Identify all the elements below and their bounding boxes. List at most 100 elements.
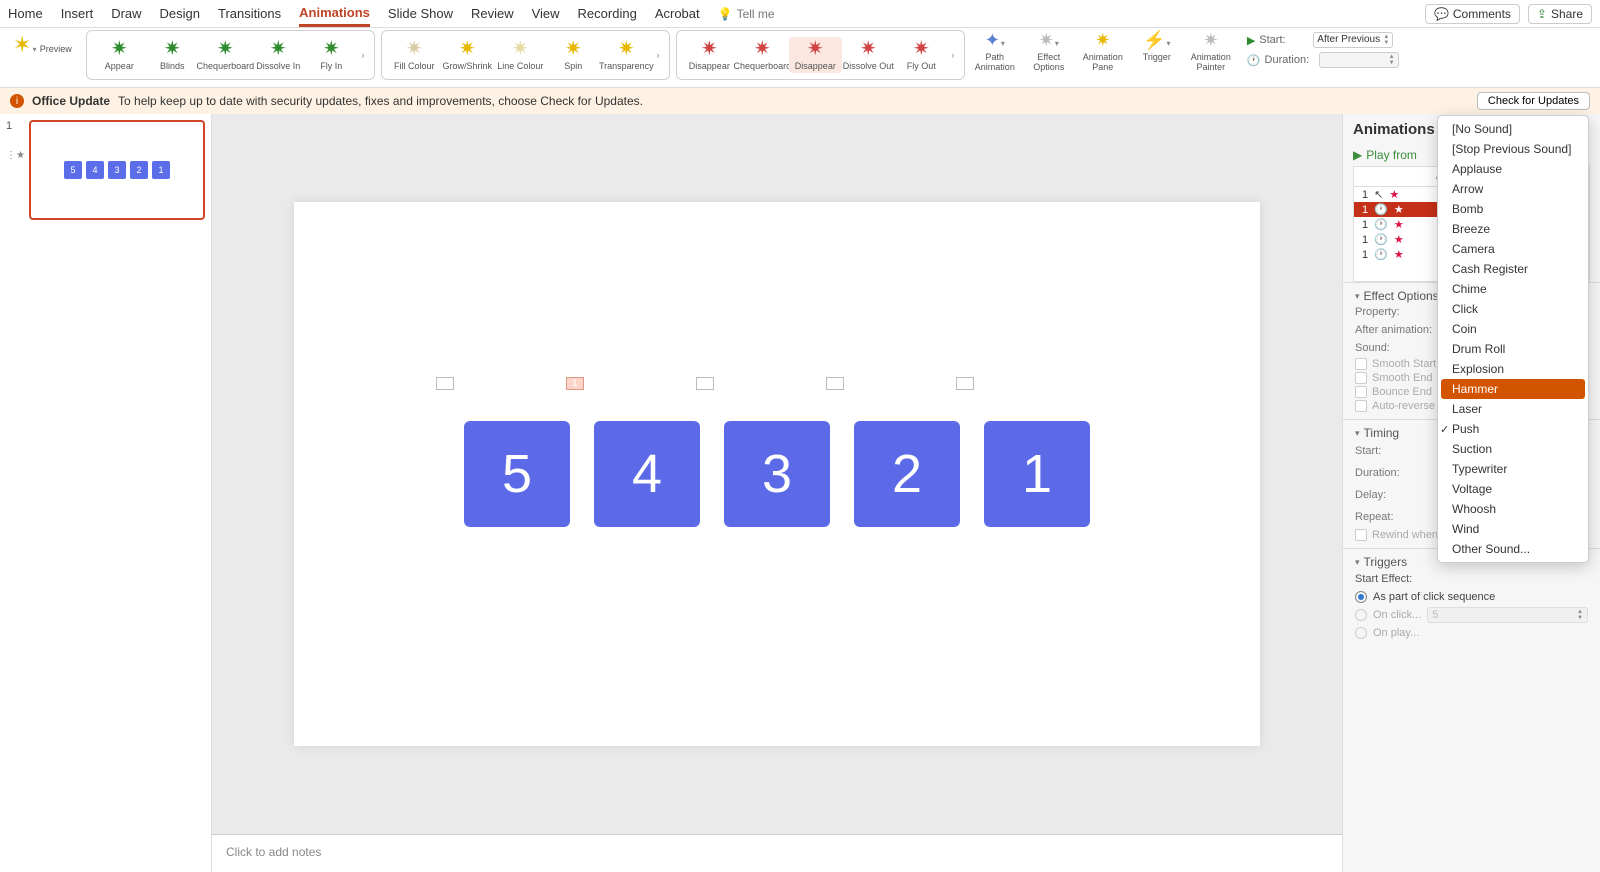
- trigger[interactable]: ⚡▾ Trigger: [1133, 30, 1181, 63]
- sound-option[interactable]: Drum Roll: [1438, 339, 1588, 359]
- onclick-select[interactable]: 5▲▼: [1427, 607, 1588, 623]
- slide: 15 14 13 12 11: [294, 202, 1260, 746]
- tab-view[interactable]: View: [532, 2, 560, 25]
- sound-option[interactable]: Laser: [1438, 399, 1588, 419]
- emphasis-fillcolour[interactable]: ✷ Fill Colour: [388, 39, 441, 71]
- effect-options[interactable]: ✷▾ EffectOptions: [1025, 30, 1073, 73]
- tell-me[interactable]: 💡 Tell me: [718, 7, 775, 21]
- card-3[interactable]: 13: [724, 421, 830, 527]
- checkbox: [1355, 400, 1367, 412]
- notes-area[interactable]: Click to add notes: [212, 834, 1342, 872]
- label: Trigger: [1143, 53, 1171, 63]
- label: As part of click sequence: [1373, 591, 1495, 603]
- exit-chequer[interactable]: ✷Chequerboard: [736, 39, 789, 71]
- animation-pane[interactable]: ✷ AnimationPane: [1079, 30, 1127, 73]
- sound-option[interactable]: Breeze: [1438, 219, 1588, 239]
- sound-option[interactable]: [No Sound]: [1438, 119, 1588, 139]
- entrance-blinds[interactable]: ✷Blinds: [146, 39, 199, 71]
- tab-slideshow[interactable]: Slide Show: [388, 2, 453, 25]
- emphasis-transp[interactable]: ✷Transparency: [600, 39, 653, 71]
- sound-option[interactable]: Chime: [1438, 279, 1588, 299]
- star-icon: ✷: [618, 39, 635, 59]
- emphasis-grow[interactable]: ✷Grow/Shrink: [441, 39, 494, 71]
- entrance-chequer[interactable]: ✷Chequerboard: [199, 39, 252, 71]
- comments-button[interactable]: 💬 Comments: [1425, 4, 1520, 24]
- card-4[interactable]: 14: [594, 421, 700, 527]
- tab-review[interactable]: Review: [471, 2, 514, 25]
- share-button[interactable]: ⇪ Share: [1528, 4, 1592, 24]
- exit-dissolve[interactable]: ✷Dissolve Out: [842, 39, 895, 71]
- check-updates-button[interactable]: Check for Updates: [1477, 92, 1590, 110]
- path-animation[interactable]: ✦▾ PathAnimation: [971, 30, 1019, 73]
- animation-painter[interactable]: ✷ AnimationPainter: [1187, 30, 1235, 73]
- share-icon: ⇪: [1537, 7, 1547, 21]
- anim-tag[interactable]: 1: [566, 377, 584, 390]
- sound-option[interactable]: Hammer: [1441, 379, 1585, 399]
- info-title: Office Update: [32, 94, 110, 108]
- tab-insert[interactable]: Insert: [61, 2, 94, 25]
- effect-icon: ✷▾: [1039, 30, 1059, 51]
- anim-tag[interactable]: 1: [436, 377, 454, 390]
- sound-option[interactable]: Voltage: [1438, 479, 1588, 499]
- exit-flyout[interactable]: ✷Fly Out: [895, 39, 948, 71]
- exit-disappear-2[interactable]: ✷Disappear: [789, 37, 842, 73]
- entrance-more[interactable]: ›: [358, 50, 368, 60]
- tab-design[interactable]: Design: [160, 2, 200, 25]
- card-1[interactable]: 11: [984, 421, 1090, 527]
- tab-home[interactable]: Home: [8, 2, 43, 25]
- cursor-icon: ↖: [1374, 188, 1383, 201]
- duration-input[interactable]: ▲▼: [1319, 52, 1399, 68]
- entrance-dissolve[interactable]: ✷Dissolve In: [252, 39, 305, 71]
- anim-tag[interactable]: 1: [826, 377, 844, 390]
- slide-canvas-area[interactable]: 15 14 13 12 11: [212, 114, 1342, 834]
- trigger-icon: ⚡▾: [1143, 30, 1170, 51]
- emphasis-more[interactable]: ›: [653, 50, 663, 60]
- label: AnimationPane: [1083, 53, 1123, 73]
- star-icon: ★: [1394, 248, 1404, 261]
- sound-option[interactable]: Click: [1438, 299, 1588, 319]
- anim-tag[interactable]: 1: [696, 377, 714, 390]
- sound-option[interactable]: Camera: [1438, 239, 1588, 259]
- sound-option[interactable]: Bomb: [1438, 199, 1588, 219]
- sound-option[interactable]: Wind: [1438, 519, 1588, 539]
- tab-recording[interactable]: Recording: [578, 2, 637, 25]
- sound-option[interactable]: Typewriter: [1438, 459, 1588, 479]
- checkbox: [1355, 358, 1367, 370]
- sound-option[interactable]: Explosion: [1438, 359, 1588, 379]
- exit-disappear-1[interactable]: ✷Disappear: [683, 39, 736, 71]
- sound-option[interactable]: Cash Register: [1438, 259, 1588, 279]
- trigger-option-2[interactable]: On click...5▲▼: [1355, 605, 1588, 625]
- trigger-option-1[interactable]: As part of click sequence: [1355, 589, 1588, 605]
- sound-option[interactable]: Coin: [1438, 319, 1588, 339]
- tab-draw[interactable]: Draw: [111, 2, 141, 25]
- label: Fill Colour: [394, 61, 435, 71]
- emphasis-spin[interactable]: ✷Spin: [547, 39, 600, 71]
- preview-group[interactable]: ✶▾ Preview: [5, 30, 80, 60]
- sound-option[interactable]: Whoosh: [1438, 499, 1588, 519]
- card-2[interactable]: 12: [854, 421, 960, 527]
- sound-option[interactable]: [Stop Previous Sound]: [1438, 139, 1588, 159]
- tab-acrobat[interactable]: Acrobat: [655, 2, 700, 25]
- sound-option[interactable]: Push: [1438, 419, 1588, 439]
- anim-tag[interactable]: 1: [956, 377, 974, 390]
- tab-animations[interactable]: Animations: [299, 1, 370, 27]
- exit-more[interactable]: ›: [948, 50, 958, 60]
- tab-transitions[interactable]: Transitions: [218, 2, 281, 25]
- card-5[interactable]: 15: [464, 421, 570, 527]
- sound-option[interactable]: Arrow: [1438, 179, 1588, 199]
- sound-option[interactable]: Other Sound...: [1438, 539, 1588, 559]
- star-icon: ✷: [459, 39, 476, 59]
- label: Chequerboard: [734, 61, 792, 71]
- trigger-option-3[interactable]: On play...: [1355, 625, 1588, 641]
- entrance-flyin[interactable]: ✷Fly In: [305, 39, 358, 71]
- preview-label: Preview: [40, 44, 72, 54]
- emphasis-linecolour[interactable]: ✷Line Colour: [494, 39, 547, 71]
- entrance-appear[interactable]: ✷Appear: [93, 39, 146, 71]
- slide-thumbnail-1[interactable]: 5 4 3 2 1: [29, 120, 205, 220]
- start-select[interactable]: After Previous ▲▼: [1313, 32, 1393, 48]
- thumb-box: 4: [86, 161, 104, 179]
- star-icon: ✷: [111, 39, 128, 59]
- sound-option[interactable]: Applause: [1438, 159, 1588, 179]
- star-icon: ✷: [406, 39, 423, 59]
- sound-option[interactable]: Suction: [1438, 439, 1588, 459]
